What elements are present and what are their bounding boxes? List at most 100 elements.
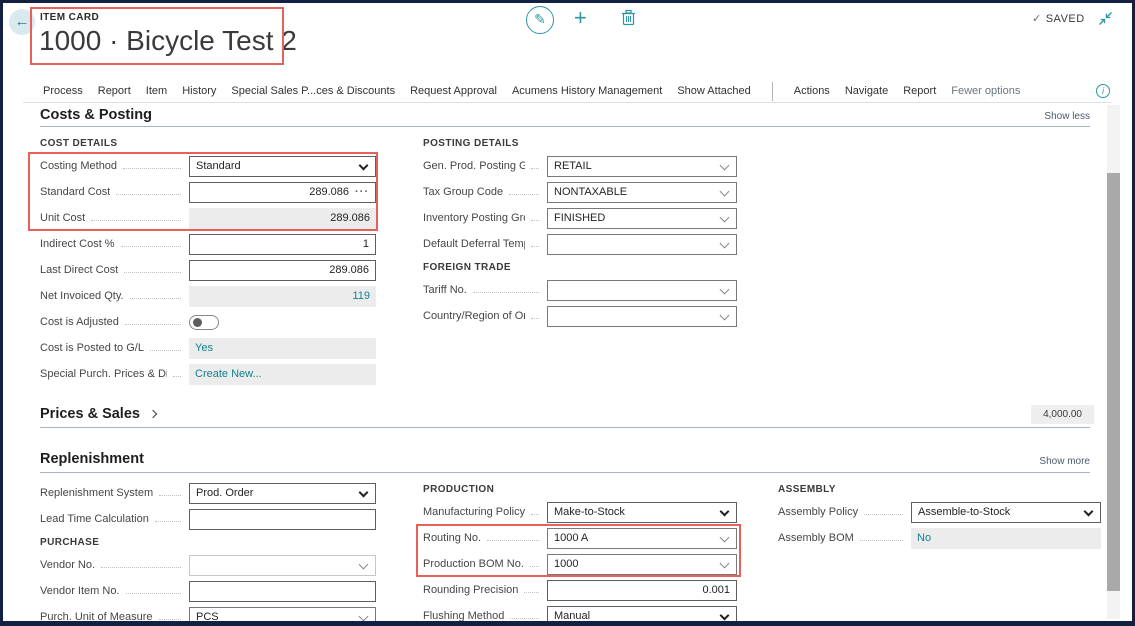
field-row: Default Deferral Template	[423, 231, 737, 257]
field-label: Production BOM No.	[423, 558, 524, 570]
field-label: Net Invoiced Qty.	[40, 290, 124, 302]
lookup-field[interactable]: 1000	[547, 554, 737, 575]
chevron-down-icon[interactable]	[1084, 506, 1094, 516]
lookup-field[interactable]: RETAIL	[547, 156, 737, 177]
chevron-down-icon[interactable]	[720, 160, 730, 170]
lookup-field[interactable]: NONTAXABLE	[547, 182, 737, 203]
plus-icon: +	[574, 5, 587, 30]
chevron-down-icon[interactable]	[720, 506, 730, 516]
field-label: Lead Time Calculation	[40, 513, 149, 525]
lookup-field[interactable]	[189, 555, 376, 576]
dotted-leader	[155, 521, 181, 522]
link-field[interactable]: No	[911, 528, 1101, 549]
lookup-field[interactable]: PCS	[189, 607, 376, 626]
lookup-field[interactable]	[547, 234, 737, 255]
field-row: Vendor Item No.	[40, 578, 376, 604]
lookup-field[interactable]	[547, 280, 737, 301]
text-input[interactable]	[189, 581, 376, 602]
dropdown-field[interactable]: Make-to-Stock	[547, 502, 737, 523]
link-field[interactable]: Yes	[189, 338, 376, 359]
drilldown-link[interactable]: 119	[189, 286, 376, 307]
field-row: Standard Cost289.086···	[40, 179, 376, 205]
lookup-field[interactable]: FINISHED	[547, 208, 737, 229]
dropdown-field[interactable]: Standard	[189, 156, 376, 177]
field-row: Last Direct Cost289.086	[40, 257, 376, 283]
field-value: RETAIL	[554, 160, 608, 172]
field-row: Unit Cost289.086	[40, 205, 376, 231]
collapse-window-button[interactable]	[1098, 11, 1113, 31]
prices-summary-badge[interactable]: 4,000.00	[1031, 405, 1094, 424]
dotted-leader	[487, 540, 539, 541]
chevron-right-icon	[149, 410, 157, 418]
chevron-down-icon[interactable]	[720, 310, 730, 320]
show-less-link[interactable]: Show less	[1044, 111, 1090, 122]
chevron-down-icon[interactable]	[720, 238, 730, 248]
dotted-leader	[124, 272, 181, 273]
menu-item[interactable]: Acumens History Management	[512, 85, 662, 97]
menu-item[interactable]: Show Attached	[677, 85, 750, 97]
chevron-down-icon[interactable]	[720, 284, 730, 294]
dropdown-field[interactable]: Prod. Order	[189, 483, 376, 504]
field-label: Indirect Cost %	[40, 238, 115, 250]
chevron-down-icon[interactable]	[359, 559, 369, 569]
menu-item[interactable]: Item	[146, 85, 167, 97]
field-label: Vendor Item No.	[40, 585, 120, 597]
link-field[interactable]: Create New...	[189, 364, 376, 385]
chevron-down-icon[interactable]	[359, 611, 369, 621]
field-row: Production BOM No. 1000	[423, 551, 737, 577]
dotted-leader	[531, 318, 539, 319]
menu-item[interactable]: Request Approval	[410, 85, 497, 97]
menu-item[interactable]: Report	[903, 85, 936, 97]
menu-item[interactable]: Navigate	[845, 85, 888, 97]
posting-details-column: POSTING DETAILSGen. Prod. Posting GroupR…	[423, 133, 737, 329]
dropdown-field[interactable]: Assemble-to-Stock	[911, 502, 1101, 523]
field-value: 1000	[554, 558, 594, 570]
assist-edit-dots[interactable]: ···	[355, 186, 369, 198]
show-more-link[interactable]: Show more	[1039, 456, 1090, 467]
menu-item[interactable]: Process	[43, 85, 83, 97]
dotted-leader	[530, 566, 539, 567]
text-input[interactable]	[189, 509, 376, 530]
scrollbar-thumb[interactable]	[1107, 173, 1120, 591]
text-input[interactable]: 289.086	[189, 260, 376, 281]
chevron-down-icon[interactable]	[720, 532, 730, 542]
chevron-down-icon[interactable]	[720, 558, 730, 568]
back-button[interactable]: ←	[9, 9, 35, 35]
section-replenishment[interactable]: Replenishment	[40, 451, 144, 467]
fewer-options-button[interactable]: Fewer options	[951, 85, 1020, 97]
new-button[interactable]: +	[574, 5, 587, 31]
back-arrow-icon: ←	[15, 13, 30, 30]
info-icon[interactable]: i	[1096, 84, 1110, 98]
text-input[interactable]: 289.086 ···	[189, 182, 376, 203]
field-label: Gen. Prod. Posting Group	[423, 160, 525, 172]
dotted-leader	[509, 194, 539, 195]
lookup-field[interactable]: 1000 A	[547, 528, 737, 549]
group-caption: COST DETAILS	[40, 133, 376, 153]
chevron-down-icon[interactable]	[720, 212, 730, 222]
chevron-down-icon[interactable]	[720, 610, 730, 620]
field-label: Purch. Unit of Measure	[40, 611, 153, 623]
menu-item[interactable]: Actions	[794, 85, 830, 97]
field-value: Manual	[554, 610, 606, 622]
edit-button[interactable]: ✎	[526, 6, 554, 34]
toggle-switch[interactable]	[189, 312, 376, 333]
section-costs-posting[interactable]: Costs & Posting	[40, 107, 152, 123]
field-label: Manufacturing Policy	[423, 506, 525, 518]
text-input[interactable]: 0.001	[547, 580, 737, 601]
menu-item[interactable]: History	[182, 85, 216, 97]
group-caption: PURCHASE	[40, 532, 376, 552]
chevron-down-icon[interactable]	[720, 186, 730, 196]
chevron-down-icon[interactable]	[359, 487, 369, 497]
lookup-field[interactable]	[547, 306, 737, 327]
dropdown-field[interactable]: Manual	[547, 606, 737, 626]
text-input[interactable]: 1	[189, 234, 376, 255]
menu-item[interactable]: Report	[98, 85, 131, 97]
field-value: 289.086	[309, 186, 349, 198]
dotted-leader	[531, 246, 539, 247]
chevron-down-icon[interactable]	[359, 160, 369, 170]
dotted-leader	[510, 618, 539, 619]
section-prices-sales[interactable]: Prices & Sales	[40, 406, 156, 422]
delete-button[interactable]	[621, 9, 636, 31]
dotted-leader	[123, 168, 181, 169]
menu-item[interactable]: Special Sales P...ces & Discounts	[231, 85, 395, 97]
